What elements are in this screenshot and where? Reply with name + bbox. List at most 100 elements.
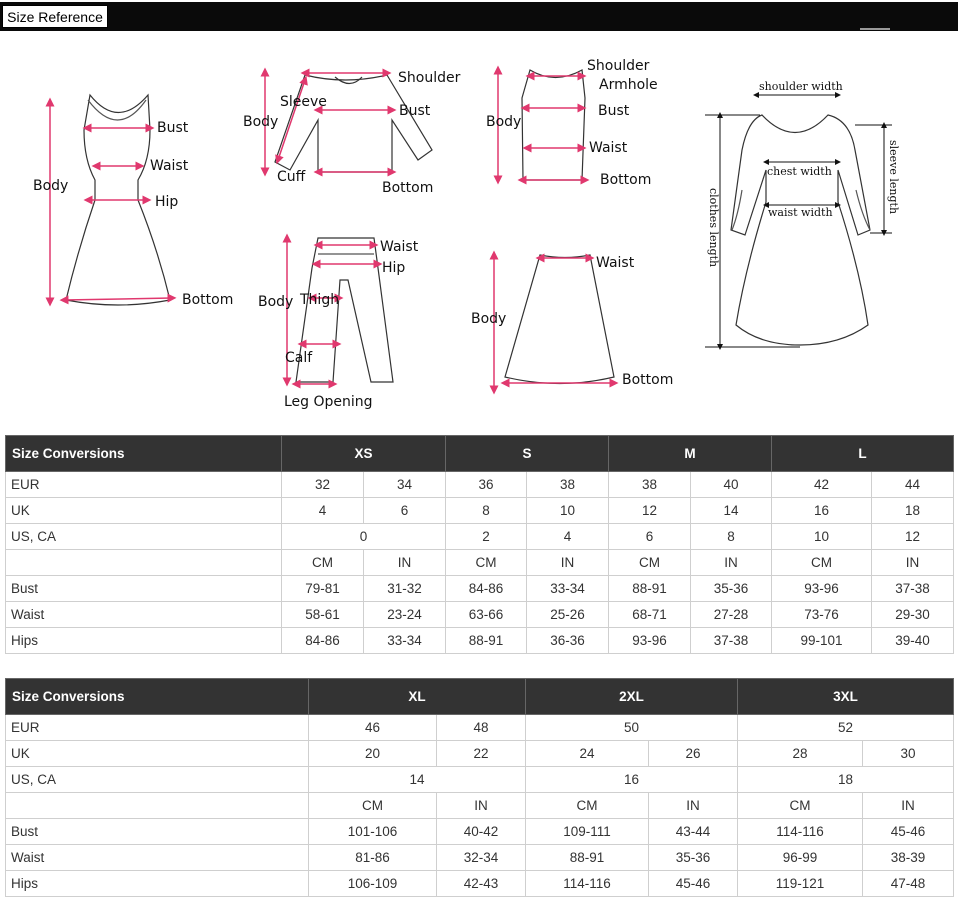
pants-thigh-label: Thigh <box>299 292 339 308</box>
table-cell: 6 <box>362 497 447 524</box>
unit-cell: CM <box>445 549 528 576</box>
clothes-length-label: clothes length <box>707 188 720 267</box>
table-row: UK 20 22 24 26 28 30 <box>5 740 955 767</box>
size-header: L <box>771 435 955 472</box>
table-cell: 68-71 <box>608 601 692 628</box>
vest-body-label: Body <box>486 114 521 130</box>
table-cell: 101-106 <box>308 818 437 845</box>
table-cell: 45-46 <box>862 818 955 845</box>
row-label: Bust <box>5 575 282 602</box>
row-label <box>5 549 282 576</box>
unit-cell: CM <box>737 792 864 819</box>
table-cell: 0 <box>280 523 447 550</box>
table-cell: 33-34 <box>526 575 610 602</box>
pants-body-label: Body <box>258 294 293 310</box>
vest-figure <box>521 69 586 181</box>
dress-waist-label: Waist <box>150 158 189 174</box>
table-row: CM IN CM IN CM IN <box>5 792 955 819</box>
header-bar: Size Reference <box>0 2 958 31</box>
top-cuff-label: Cuff <box>277 169 306 185</box>
row-label <box>5 792 309 819</box>
unit-cell: IN <box>526 549 610 576</box>
table-cell: 8 <box>445 497 528 524</box>
table-cell: 14 <box>307 766 527 793</box>
table-cell: 38-39 <box>862 844 955 871</box>
unit-cell: IN <box>648 792 739 819</box>
table-row: Waist 58-61 23-24 63-66 25-26 68-71 27-2… <box>5 601 955 628</box>
vest-bottom-label: Bottom <box>600 172 651 188</box>
table-row: Waist 81-86 32-34 88-91 35-36 96-99 38-3… <box>5 844 955 871</box>
unit-cell: CM <box>771 549 873 576</box>
table-cell: 18 <box>737 766 955 793</box>
table-cell: 88-91 <box>525 844 650 871</box>
top-figure <box>274 74 433 173</box>
table-cell: 43-44 <box>648 818 739 845</box>
table-cell: 36-36 <box>526 627 610 654</box>
table-cell: 42-43 <box>435 870 527 897</box>
table-cell: 35-36 <box>648 844 739 871</box>
table-cell: 48 <box>435 714 527 741</box>
top-bust-label: Bust <box>399 103 431 119</box>
row-label: EUR <box>5 471 282 498</box>
row-label: US, CA <box>5 523 282 550</box>
table-row: UK 4 6 8 10 12 14 16 18 <box>5 497 955 524</box>
dress-body-label: Body <box>33 178 68 194</box>
table-row: CM IN CM IN CM IN CM IN <box>5 549 955 576</box>
table-cell: 47-48 <box>862 870 955 897</box>
table-cell: 81-86 <box>308 844 437 871</box>
pants-waist-label: Waist <box>380 239 419 255</box>
size-conversion-table-2: Size Conversions XL 2XL 3XL EUR 46 48 50… <box>5 678 955 897</box>
table-cell: 16 <box>525 766 739 793</box>
table-cell: 31-32 <box>362 575 447 602</box>
table-row: Bust 101-106 40-42 109-111 43-44 114-116… <box>5 818 955 845</box>
table-cell: 52 <box>737 714 955 741</box>
skirt-body-label: Body <box>471 311 506 327</box>
size-header: S <box>445 435 610 472</box>
table-cell: 32 <box>281 471 364 498</box>
unit-cell: CM <box>525 792 650 819</box>
table-cell: 4 <box>526 523 610 550</box>
table-row: Hips 84-86 33-34 88-91 36-36 93-96 37-38… <box>5 627 955 654</box>
unit-cell: IN <box>435 792 527 819</box>
table-cell: 37-38 <box>690 627 773 654</box>
row-label: US, CA <box>5 766 309 793</box>
size-header: M <box>608 435 773 472</box>
table-cell: 22 <box>435 740 527 767</box>
table-cell: 33-34 <box>362 627 447 654</box>
table-cell: 42 <box>771 471 873 498</box>
table-row: Hips 106-109 42-43 114-116 45-46 119-121… <box>5 870 955 897</box>
row-label: Hips <box>5 870 309 897</box>
table-cell: 114-116 <box>525 870 650 897</box>
row-label: UK <box>5 497 282 524</box>
pants-calf-label: Calf <box>285 350 313 366</box>
table-cell: 84-86 <box>281 627 364 654</box>
unit-cell: IN <box>690 549 773 576</box>
size-reference-tab[interactable]: Size Reference <box>2 5 108 28</box>
row-label: Hips <box>5 627 282 654</box>
table-cell: 106-109 <box>308 870 437 897</box>
table-cell: 99-101 <box>771 627 873 654</box>
table-cell: 29-30 <box>871 601 955 628</box>
row-label: Waist <box>5 601 282 628</box>
unit-cell: IN <box>862 792 955 819</box>
table-cell: 58-61 <box>281 601 364 628</box>
table-cell: 38 <box>526 471 610 498</box>
table-cell: 6 <box>608 523 692 550</box>
table-cell: 28 <box>737 740 864 767</box>
table-cell: 18 <box>871 497 955 524</box>
table-header-row: Size Conversions XL 2XL 3XL <box>5 678 955 715</box>
table-cell: 88-91 <box>445 627 528 654</box>
table-cell: 26 <box>648 740 739 767</box>
table-cell: 20 <box>308 740 437 767</box>
size-header: XL <box>307 678 527 715</box>
unit-cell: CM <box>281 549 364 576</box>
size-header: 3XL <box>737 678 955 715</box>
table-cell: 36 <box>445 471 528 498</box>
table-title: Size Conversions <box>5 435 282 472</box>
table-cell: 35-36 <box>690 575 773 602</box>
table-cell: 88-91 <box>608 575 692 602</box>
table-cell: 4 <box>281 497 364 524</box>
size-conversion-table-1: Size Conversions XS S M L EUR 32 34 36 3… <box>5 435 955 654</box>
vest-armhole-label: Armhole <box>599 77 658 93</box>
row-label: Waist <box>5 844 309 871</box>
